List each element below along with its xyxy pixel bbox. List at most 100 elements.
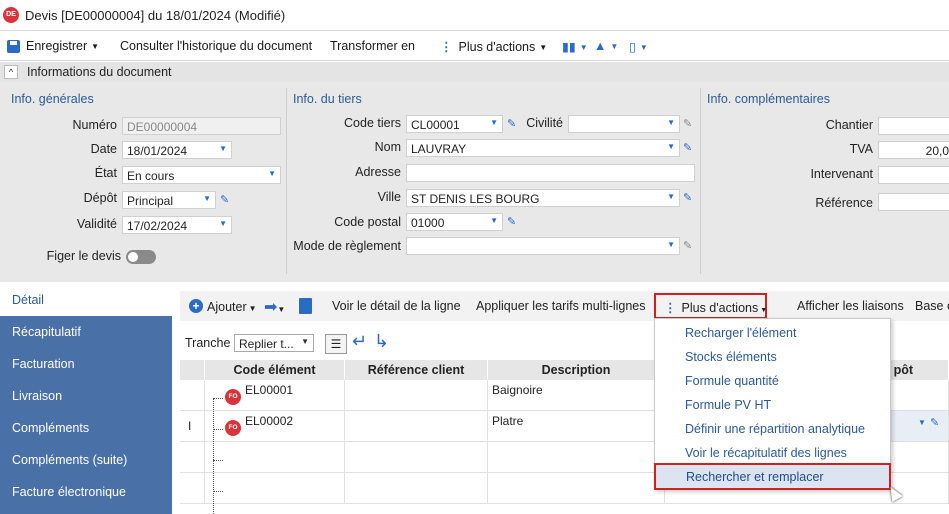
menu-item-repartition[interactable]: Définir une répartition analytique (655, 417, 890, 441)
mobile-button[interactable]: ▯ ▼ (629, 39, 648, 54)
row-selector[interactable] (180, 380, 205, 411)
tva-label: TVA (849, 142, 873, 156)
etat-value: En cours (127, 169, 175, 183)
nom-field[interactable]: LAUVRAY ▼ (406, 139, 680, 157)
menu-item-recapitulatif[interactable]: Voir le récapitulatif des lignes (655, 441, 890, 465)
etat-select[interactable]: En cours ▼ (122, 166, 281, 184)
date-value: 18/01/2024 (127, 144, 188, 158)
more-actions-button[interactable]: ⋮ Plus d'actions ▼ (440, 39, 547, 54)
save-button[interactable]: Enregistrer ▼ (26, 39, 99, 53)
add-button-label: Ajouter (207, 300, 247, 314)
nav-item-complements[interactable]: Compléments (0, 412, 172, 444)
nav-item-complements-suite[interactable]: Compléments (suite) (0, 444, 172, 476)
edit-pencil-icon[interactable]: ✎ (683, 239, 692, 252)
menu-item-formule-quantite[interactable]: Formule quantité (655, 369, 890, 393)
map-button[interactable]: ▮▮ ▼ (562, 39, 588, 54)
list-view-icon[interactable]: ☰ (325, 334, 347, 354)
intervenant-field[interactable] (878, 166, 949, 184)
validite-value: 17/02/2024 (127, 219, 188, 233)
empty-cell[interactable] (488, 473, 665, 504)
empty-cell[interactable] (205, 442, 345, 473)
civilite-select[interactable]: ▼ (568, 115, 680, 133)
edit-pencil-icon[interactable]: ✎ (220, 193, 229, 206)
code-postal-field[interactable]: 01000 ▼ (406, 213, 503, 231)
trash-icon[interactable] (299, 298, 312, 314)
undo-arrow-icon[interactable]: ↵ (352, 331, 367, 352)
ville-field[interactable]: ST DENIS LES BOURG ▼ (406, 189, 680, 207)
code-tiers-field[interactable]: CL00001 ▼ (406, 115, 503, 133)
collapse-chevron-icon[interactable]: ^ (4, 65, 18, 79)
tva-field[interactable]: 20,0 (878, 141, 949, 159)
column-header-code[interactable]: Code élément (205, 360, 345, 380)
detail-more-actions-button[interactable]: ⋮ Plus d'actions ▼ (654, 293, 767, 319)
nav-item-livraison[interactable]: Livraison (0, 380, 172, 412)
numero-label: Numéro (72, 118, 117, 132)
add-button[interactable]: Ajouter ▼ (207, 300, 257, 314)
depot-select[interactable]: Principal ▼ (122, 191, 216, 209)
edit-pencil-icon[interactable]: ✎ (683, 141, 692, 154)
adresse-field[interactable] (406, 164, 695, 182)
edit-pencil-icon[interactable]: ✎ (930, 416, 939, 429)
transform-button[interactable]: Transformer en (330, 39, 415, 53)
map-icon: ▮▮ (562, 40, 576, 54)
cell-reference[interactable] (345, 380, 488, 411)
cell-reference[interactable] (345, 411, 488, 442)
edit-pencil-icon[interactable]: ✎ (683, 117, 692, 130)
civilite-label: Civilité (526, 116, 563, 130)
reference-field[interactable] (878, 193, 949, 211)
grid-corner (180, 360, 205, 380)
nav-item-facturation[interactable]: Facturation (0, 348, 172, 380)
base-button[interactable]: Base c (915, 299, 949, 313)
view-line-detail-button[interactable]: Voir le détail de la ligne (332, 299, 461, 313)
edit-pencil-icon[interactable]: ✎ (507, 117, 516, 130)
reglement-select[interactable]: ▼ (406, 237, 680, 255)
tranche-select[interactable]: Replier t... ▼ (234, 334, 314, 352)
detail-more-actions-label: Plus d'actions (681, 301, 759, 315)
validite-field[interactable]: 17/02/2024 ▼ (122, 216, 232, 234)
cell-description[interactable]: Platre (488, 411, 665, 442)
redo-arrow-icon[interactable]: ↳ (374, 331, 389, 352)
empty-cell[interactable] (345, 442, 488, 473)
edit-pencil-icon[interactable]: ✎ (683, 191, 692, 204)
apply-rates-button[interactable]: Appliquer les tarifs multi-lignes (476, 299, 646, 313)
road-button[interactable]: ▲ ▼ (594, 39, 618, 53)
date-field[interactable]: 18/01/2024 ▼ (122, 141, 232, 159)
chantier-field[interactable] (878, 117, 949, 135)
adresse-label: Adresse (355, 165, 401, 179)
figer-toggle[interactable] (126, 250, 156, 264)
chevron-down-icon[interactable]: ▼ (918, 418, 926, 427)
edit-pencil-icon[interactable]: ✎ (507, 215, 516, 228)
menu-item-recharger[interactable]: Recharger l'élément (655, 321, 890, 345)
general-section-title: Info. générales (11, 92, 94, 106)
nav-item-recapitulatif[interactable]: Récapitulatif (0, 316, 172, 348)
info-area: Info. générales Numéro DE00000004 Date 1… (0, 82, 949, 282)
menu-item-formule-pv[interactable]: Formule PV HT (655, 393, 890, 417)
cell-code: EL00001 (245, 383, 294, 397)
divider (700, 88, 701, 274)
history-button[interactable]: Consulter l'historique du document (120, 39, 312, 53)
show-links-button[interactable]: Afficher les liaisons (797, 299, 904, 313)
empty-cell[interactable] (488, 442, 665, 473)
chevron-down-icon: ▼ (203, 194, 211, 203)
chevron-down-icon: ▼ (268, 169, 276, 178)
code-tiers-value: CL00001 (411, 118, 460, 132)
nav-item-facture-electronique[interactable]: Facture électronique (0, 476, 172, 508)
add-icon: + (189, 299, 203, 313)
left-nav: Détail Récapitulatif Facturation Livrais… (0, 284, 172, 514)
column-header-description[interactable]: Description (488, 360, 665, 380)
row-selector[interactable] (180, 442, 205, 473)
row-selector-cursor[interactable]: I (180, 411, 205, 442)
cell-description[interactable]: Baignoire (488, 380, 665, 411)
column-header-reference[interactable]: Référence client (345, 360, 488, 380)
row-selector[interactable] (180, 473, 205, 504)
insert-arrow-button[interactable]: ➡▼ (264, 297, 285, 317)
tranche-value: Replier t... (239, 337, 294, 351)
tree-connector (213, 398, 223, 399)
empty-cell[interactable] (205, 473, 345, 504)
empty-cell[interactable] (345, 473, 488, 504)
etat-label: État (94, 166, 117, 180)
menu-item-stocks[interactable]: Stocks éléments (655, 345, 890, 369)
nav-item-detail[interactable]: Détail (0, 284, 172, 316)
code-tiers-label: Code tiers (344, 116, 401, 130)
menu-item-rechercher-remplacer[interactable]: Rechercher et remplacer (654, 463, 891, 490)
